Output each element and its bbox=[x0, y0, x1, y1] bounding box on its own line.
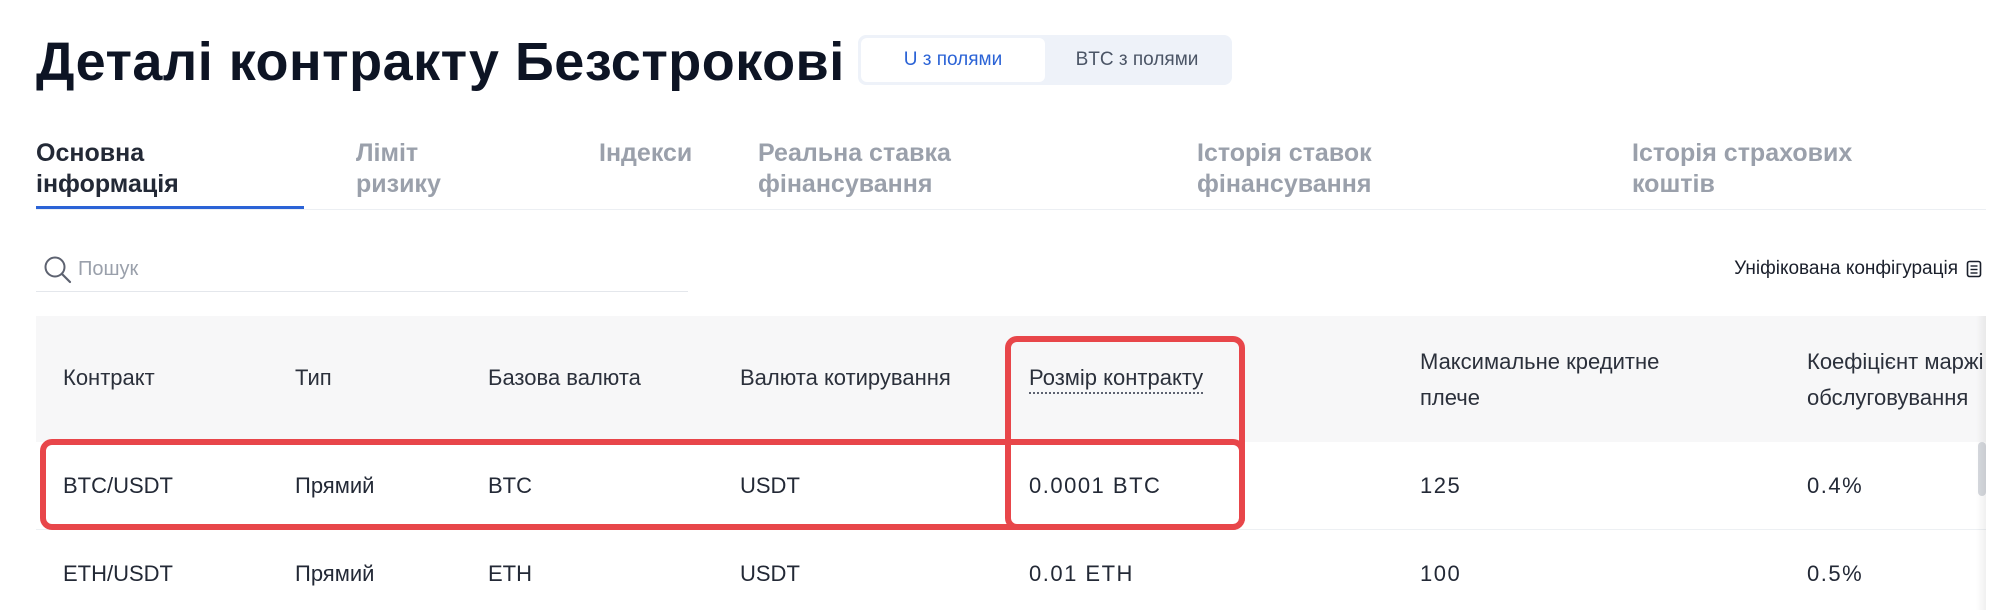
tab-funding-rate-history[interactable]: Історія ставок фінансування bbox=[1197, 138, 1372, 200]
tab-bar: Основна інформація Ліміт ризику Індекси … bbox=[36, 138, 1986, 210]
table-row[interactable]: BTC/USDT Прямий BTC USDT 0.0001 BTC 125 … bbox=[36, 442, 1986, 530]
page-title: Деталі контракту Безстрокові bbox=[36, 32, 845, 92]
column-header-maintenance-margin: Коефіцієнт маржі обслуговування bbox=[1807, 349, 1984, 410]
cell-quote-currency: USDT bbox=[740, 561, 800, 586]
table-header: Контракт Тип Базова валюта Валюта котиру… bbox=[36, 316, 1986, 442]
cell-contract: ETH/USDT bbox=[63, 561, 173, 586]
unified-config-link[interactable]: Уніфікована конфігурація bbox=[1734, 258, 1982, 280]
column-header-contract: Контракт bbox=[63, 365, 155, 390]
column-header-quote-currency: Валюта котирування bbox=[740, 365, 951, 390]
cell-base-currency: BTC bbox=[488, 473, 532, 498]
table-row[interactable]: ETH/USDT Прямий ETH USDT 0.01 ETH 100 0.… bbox=[36, 530, 1986, 610]
tab-label: Історія ставок фінансування bbox=[1197, 139, 1372, 198]
search-input[interactable] bbox=[78, 258, 638, 281]
tab-indices[interactable]: Індекси bbox=[599, 138, 692, 169]
cell-base-currency: ETH bbox=[488, 561, 532, 586]
cell-quote-currency: USDT bbox=[740, 473, 800, 498]
column-header-base-currency: Базова валюта bbox=[488, 365, 641, 390]
column-header-type: Тип bbox=[295, 365, 332, 390]
tab-basic-info[interactable]: Основна інформація bbox=[36, 138, 179, 200]
column-header-label: Розмір контракту bbox=[1029, 365, 1204, 394]
active-tab-indicator bbox=[36, 206, 304, 209]
column-header-contract-size[interactable]: Розмір контракту bbox=[1029, 360, 1204, 396]
cell-contract-size: 0.0001 BTC bbox=[1029, 473, 1162, 498]
calculator-icon bbox=[1966, 260, 1982, 278]
page-header: Деталі контракту Безстрокові bbox=[36, 28, 845, 96]
scroll-shadow bbox=[1976, 316, 1986, 610]
cell-type: Прямий bbox=[295, 473, 375, 498]
search-bar bbox=[36, 248, 688, 292]
cell-max-leverage: 100 bbox=[1420, 561, 1462, 586]
cell-contract-size: 0.01 ETH bbox=[1029, 561, 1134, 586]
cell-max-leverage: 125 bbox=[1420, 473, 1462, 498]
tab-risk-limit[interactable]: Ліміт ризику bbox=[356, 138, 441, 200]
tab-real-funding-rate[interactable]: Реальна ставка фінансування bbox=[758, 138, 951, 200]
tab-label: Ліміт ризику bbox=[356, 139, 441, 198]
cell-maintenance-margin: 0.4% bbox=[1807, 473, 1864, 498]
column-header-max-leverage: Максимальне кредитне плече bbox=[1420, 349, 1660, 410]
search-icon bbox=[42, 254, 74, 286]
unified-config-label: Уніфікована конфігурація bbox=[1734, 258, 1958, 279]
margin-mode-toggle: U з полями BTC з полями bbox=[858, 35, 1232, 85]
cell-contract: BTC/USDT bbox=[63, 473, 173, 498]
u-margined-toggle[interactable]: U з полями bbox=[861, 38, 1045, 82]
tab-label: Основна інформація bbox=[36, 139, 179, 198]
tab-label: Реальна ставка фінансування bbox=[758, 139, 951, 198]
contract-table: Контракт Тип Базова валюта Валюта котиру… bbox=[36, 316, 1986, 610]
tab-label: Індекси bbox=[599, 139, 693, 167]
btc-margined-toggle[interactable]: BTC з полями bbox=[1045, 38, 1229, 82]
tab-label: Історія страхових коштів bbox=[1632, 139, 1853, 198]
cell-type: Прямий bbox=[295, 561, 375, 586]
tab-insurance-fund-history[interactable]: Історія страхових коштів bbox=[1632, 138, 1852, 200]
cell-maintenance-margin: 0.5% bbox=[1807, 561, 1864, 586]
